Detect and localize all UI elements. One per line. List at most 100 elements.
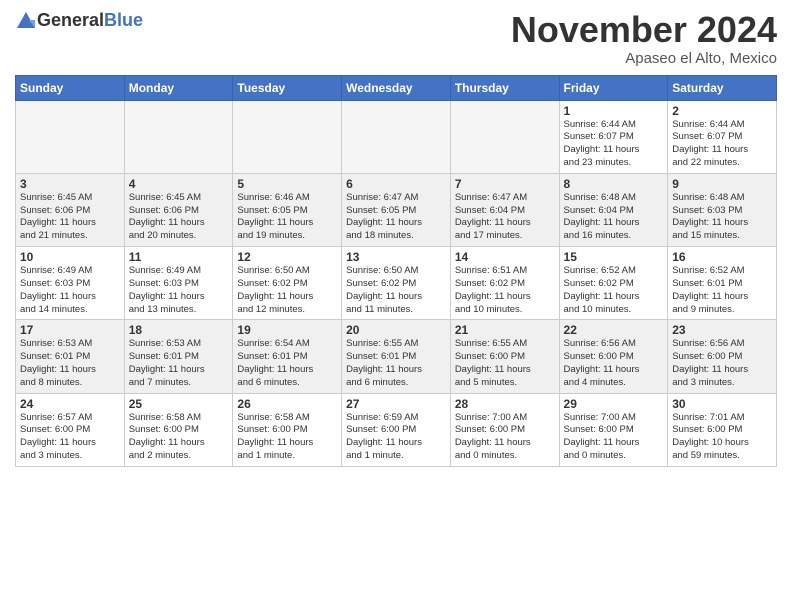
calendar-week-row: 24Sunrise: 6:57 AM Sunset: 6:00 PM Dayli… [16,393,777,466]
col-sunday: Sunday [16,75,125,100]
day-info: Sunrise: 6:48 AM Sunset: 6:04 PM Dayligh… [564,192,664,243]
day-info: Sunrise: 6:55 AM Sunset: 6:01 PM Dayligh… [346,338,446,389]
day-number: 25 [129,397,229,411]
header: GeneralBlue November 2024 Apaseo el Alto… [15,10,777,67]
table-row: 13Sunrise: 6:50 AM Sunset: 6:02 PM Dayli… [342,247,451,320]
calendar-table: Sunday Monday Tuesday Wednesday Thursday… [15,75,777,467]
page-container: GeneralBlue November 2024 Apaseo el Alto… [0,0,792,472]
day-info: Sunrise: 7:00 AM Sunset: 6:00 PM Dayligh… [564,412,664,463]
table-row: 21Sunrise: 6:55 AM Sunset: 6:00 PM Dayli… [450,320,559,393]
table-row: 8Sunrise: 6:48 AM Sunset: 6:04 PM Daylig… [559,173,668,246]
table-row: 9Sunrise: 6:48 AM Sunset: 6:03 PM Daylig… [668,173,777,246]
logo-icon [15,10,37,32]
day-number: 24 [20,397,120,411]
table-row: 25Sunrise: 6:58 AM Sunset: 6:00 PM Dayli… [124,393,233,466]
table-row: 7Sunrise: 6:47 AM Sunset: 6:04 PM Daylig… [450,173,559,246]
day-number: 3 [20,177,120,191]
day-number: 30 [672,397,772,411]
day-number: 9 [672,177,772,191]
table-row: 18Sunrise: 6:53 AM Sunset: 6:01 PM Dayli… [124,320,233,393]
day-number: 5 [237,177,337,191]
table-row [124,100,233,173]
table-row: 24Sunrise: 6:57 AM Sunset: 6:00 PM Dayli… [16,393,125,466]
day-number: 4 [129,177,229,191]
day-info: Sunrise: 7:01 AM Sunset: 6:00 PM Dayligh… [672,412,772,463]
day-number: 8 [564,177,664,191]
day-info: Sunrise: 6:53 AM Sunset: 6:01 PM Dayligh… [129,338,229,389]
logo-blue-text: Blue [104,10,143,30]
day-info: Sunrise: 6:50 AM Sunset: 6:02 PM Dayligh… [346,265,446,316]
table-row: 27Sunrise: 6:59 AM Sunset: 6:00 PM Dayli… [342,393,451,466]
table-row: 14Sunrise: 6:51 AM Sunset: 6:02 PM Dayli… [450,247,559,320]
day-info: Sunrise: 6:50 AM Sunset: 6:02 PM Dayligh… [237,265,337,316]
table-row: 29Sunrise: 7:00 AM Sunset: 6:00 PM Dayli… [559,393,668,466]
table-row [450,100,559,173]
day-info: Sunrise: 6:49 AM Sunset: 6:03 PM Dayligh… [20,265,120,316]
day-info: Sunrise: 6:55 AM Sunset: 6:00 PM Dayligh… [455,338,555,389]
calendar-week-row: 17Sunrise: 6:53 AM Sunset: 6:01 PM Dayli… [16,320,777,393]
col-monday: Monday [124,75,233,100]
table-row: 1Sunrise: 6:44 AM Sunset: 6:07 PM Daylig… [559,100,668,173]
table-row [342,100,451,173]
table-row: 26Sunrise: 6:58 AM Sunset: 6:00 PM Dayli… [233,393,342,466]
table-row: 30Sunrise: 7:01 AM Sunset: 6:00 PM Dayli… [668,393,777,466]
day-info: Sunrise: 6:44 AM Sunset: 6:07 PM Dayligh… [564,119,664,170]
table-row: 4Sunrise: 6:45 AM Sunset: 6:06 PM Daylig… [124,173,233,246]
table-row: 15Sunrise: 6:52 AM Sunset: 6:02 PM Dayli… [559,247,668,320]
calendar-week-row: 1Sunrise: 6:44 AM Sunset: 6:07 PM Daylig… [16,100,777,173]
day-number: 22 [564,323,664,337]
table-row: 3Sunrise: 6:45 AM Sunset: 6:06 PM Daylig… [16,173,125,246]
day-info: Sunrise: 6:57 AM Sunset: 6:00 PM Dayligh… [20,412,120,463]
col-tuesday: Tuesday [233,75,342,100]
day-number: 19 [237,323,337,337]
col-thursday: Thursday [450,75,559,100]
day-info: Sunrise: 6:52 AM Sunset: 6:01 PM Dayligh… [672,265,772,316]
day-number: 17 [20,323,120,337]
day-info: Sunrise: 6:59 AM Sunset: 6:00 PM Dayligh… [346,412,446,463]
title-section: November 2024 Apaseo el Alto, Mexico [511,10,777,67]
day-info: Sunrise: 6:44 AM Sunset: 6:07 PM Dayligh… [672,119,772,170]
day-number: 21 [455,323,555,337]
table-row: 2Sunrise: 6:44 AM Sunset: 6:07 PM Daylig… [668,100,777,173]
day-number: 26 [237,397,337,411]
col-wednesday: Wednesday [342,75,451,100]
day-number: 10 [20,250,120,264]
day-number: 11 [129,250,229,264]
day-number: 18 [129,323,229,337]
calendar-week-row: 10Sunrise: 6:49 AM Sunset: 6:03 PM Dayli… [16,247,777,320]
col-saturday: Saturday [668,75,777,100]
day-number: 12 [237,250,337,264]
table-row: 20Sunrise: 6:55 AM Sunset: 6:01 PM Dayli… [342,320,451,393]
day-info: Sunrise: 6:54 AM Sunset: 6:01 PM Dayligh… [237,338,337,389]
table-row [16,100,125,173]
day-info: Sunrise: 6:46 AM Sunset: 6:05 PM Dayligh… [237,192,337,243]
table-row: 5Sunrise: 6:46 AM Sunset: 6:05 PM Daylig… [233,173,342,246]
logo-general-text: General [37,10,104,30]
table-row [233,100,342,173]
table-row: 22Sunrise: 6:56 AM Sunset: 6:00 PM Dayli… [559,320,668,393]
day-number: 15 [564,250,664,264]
col-friday: Friday [559,75,668,100]
table-row: 23Sunrise: 6:56 AM Sunset: 6:00 PM Dayli… [668,320,777,393]
table-row: 11Sunrise: 6:49 AM Sunset: 6:03 PM Dayli… [124,247,233,320]
calendar-week-row: 3Sunrise: 6:45 AM Sunset: 6:06 PM Daylig… [16,173,777,246]
day-number: 1 [564,104,664,118]
day-info: Sunrise: 6:53 AM Sunset: 6:01 PM Dayligh… [20,338,120,389]
day-number: 7 [455,177,555,191]
day-info: Sunrise: 6:47 AM Sunset: 6:05 PM Dayligh… [346,192,446,243]
day-number: 16 [672,250,772,264]
day-number: 23 [672,323,772,337]
table-row: 10Sunrise: 6:49 AM Sunset: 6:03 PM Dayli… [16,247,125,320]
day-number: 27 [346,397,446,411]
logo: GeneralBlue [15,10,143,32]
location: Apaseo el Alto, Mexico [511,50,777,67]
table-row: 6Sunrise: 6:47 AM Sunset: 6:05 PM Daylig… [342,173,451,246]
day-number: 13 [346,250,446,264]
table-row: 16Sunrise: 6:52 AM Sunset: 6:01 PM Dayli… [668,247,777,320]
day-info: Sunrise: 6:51 AM Sunset: 6:02 PM Dayligh… [455,265,555,316]
day-info: Sunrise: 6:45 AM Sunset: 6:06 PM Dayligh… [20,192,120,243]
day-info: Sunrise: 6:56 AM Sunset: 6:00 PM Dayligh… [564,338,664,389]
table-row: 12Sunrise: 6:50 AM Sunset: 6:02 PM Dayli… [233,247,342,320]
day-info: Sunrise: 6:52 AM Sunset: 6:02 PM Dayligh… [564,265,664,316]
month-title: November 2024 [511,10,777,50]
